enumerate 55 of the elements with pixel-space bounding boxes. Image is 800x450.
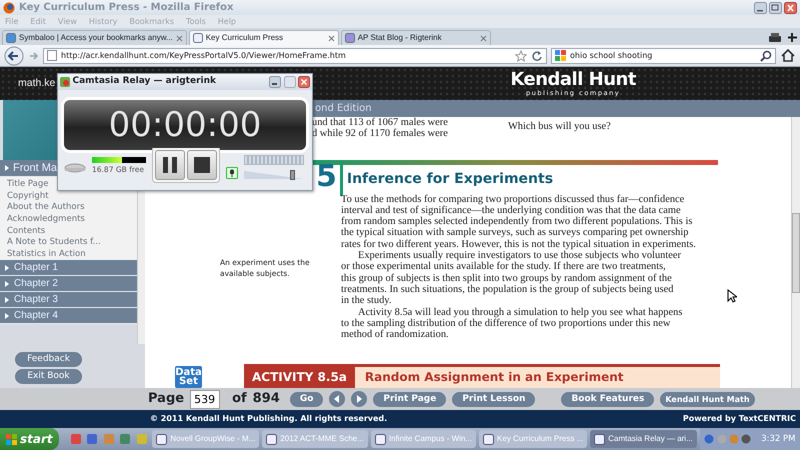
browser-tab[interactable]: Key Curriculum Press bbox=[188, 30, 339, 45]
powered-by-text: Powered by TextCENTRIC bbox=[682, 413, 796, 425]
page-input[interactable]: 539 bbox=[190, 390, 220, 408]
sidebar-button[interactable]: Feedback bbox=[15, 352, 82, 367]
tab-label: Symbaloo | Access your bookmarks anyw... bbox=[19, 32, 173, 44]
url-text: http://acr.kendallhunt.com/KeyPressPortalV5.0/Viewer/HomeFrame.htm bbox=[61, 50, 346, 62]
start-button[interactable]: start bbox=[0, 428, 59, 450]
of-label: of bbox=[232, 390, 247, 408]
toolbar-button[interactable]: Print Page bbox=[373, 392, 446, 406]
chapter-item[interactable]: Chapter 4 bbox=[0, 308, 137, 324]
data-set-icon[interactable]: Data Set bbox=[175, 366, 202, 388]
timer-display: 00:00:00 bbox=[64, 100, 306, 150]
search-field[interactable]: ohio school shooting bbox=[551, 48, 776, 64]
tab-label: AP Stat Blog - Rigterink bbox=[358, 32, 442, 44]
menu-item[interactable]: Tools bbox=[186, 16, 206, 28]
section-number: 5 bbox=[316, 162, 343, 196]
menu-item[interactable]: Bookmarks bbox=[129, 16, 174, 28]
activity-label: ACTIVITY 8.5a bbox=[244, 367, 355, 388]
menu-item[interactable]: Edit bbox=[30, 16, 46, 28]
taskbar-button[interactable]: Camtasia Relay — ari... bbox=[590, 430, 697, 448]
window-title: Key Curriculum Press - Mozilla Firefox bbox=[19, 1, 234, 15]
search-text: ohio school shooting bbox=[570, 50, 652, 62]
paragraph: Experiments usually require investigators to use those subjects who volunteer or those experimental units available for the study. If there are two treatments, this group of subjects is then split into two groups by random assignment of the treatments. In such situations, the population is the group of subjects being used in the study. bbox=[341, 250, 682, 307]
sidebar-item[interactable]: A Note to Students f... bbox=[0, 237, 137, 249]
sidebar-item[interactable]: About the Authors bbox=[0, 202, 137, 214]
site-title: math.ke bbox=[18, 76, 56, 91]
toolbar-button[interactable]: Book Features bbox=[561, 392, 654, 406]
tab-label: Key Curriculum Press bbox=[206, 32, 284, 44]
clock-text: 3:32 PM bbox=[761, 432, 796, 446]
go-button[interactable]: Go bbox=[290, 392, 324, 406]
toolbar-button[interactable]: Print Lesson bbox=[452, 392, 536, 406]
window-title: Camtasia Relay — arigterink bbox=[72, 75, 216, 88]
menu-item[interactable]: History bbox=[88, 16, 118, 28]
url-field[interactable]: http://acr.kendallhunt.com/KeyPressPortalV5.0/Viewer/HomeFrame.htm bbox=[43, 48, 547, 64]
logo-text: Kendall Hunt bbox=[510, 70, 636, 88]
activity-title: Random Assignment in an Experiment bbox=[354, 367, 720, 388]
sidebar-button[interactable]: Exit Book bbox=[15, 369, 82, 384]
menu-item[interactable]: Help bbox=[218, 16, 236, 28]
sidebar-item[interactable]: Contents bbox=[0, 226, 137, 238]
section-heading: Inference for Experiments bbox=[346, 170, 554, 189]
chapter-item[interactable]: Chapter 3 bbox=[0, 292, 137, 308]
toolbar-button[interactable]: Kendall Hunt Math bbox=[660, 392, 755, 406]
page-label: Page bbox=[148, 390, 184, 408]
menu-item[interactable]: View bbox=[58, 16, 77, 28]
text-fragment: Which bus will you use? bbox=[508, 120, 611, 134]
total-pages: 894 bbox=[252, 390, 280, 408]
paragraph: Activity 8.5a will lead you through a simulation to help you see what happens to the sampling distribution of the difference of two proportions under this new method of randomization. bbox=[341, 306, 684, 340]
chapter-item[interactable]: Chapter 1 bbox=[0, 260, 137, 276]
menu-item[interactable]: File bbox=[5, 16, 18, 28]
sidebar-item[interactable]: Statistics in Action bbox=[0, 248, 137, 260]
paragraph: To use the methods for comparing two proportions discussed thus far—confidence interval and test of significance—the underlying condition was that the data came from random samples selected independently from two different populations. This is the typical situation with sample surveys, such as surveys comparing pet ownership rates for two different years. However, this is not the typical situation in experiments. bbox=[341, 194, 696, 250]
chapter-item[interactable]: Chapter 2 bbox=[0, 276, 137, 292]
copyright-text: © 2011 Kendall Hunt Publishing. All rights reserved. bbox=[150, 413, 388, 425]
sidebar-item[interactable]: Copyright bbox=[0, 190, 137, 202]
sidebar-item[interactable]: Acknowledgments bbox=[0, 214, 137, 226]
